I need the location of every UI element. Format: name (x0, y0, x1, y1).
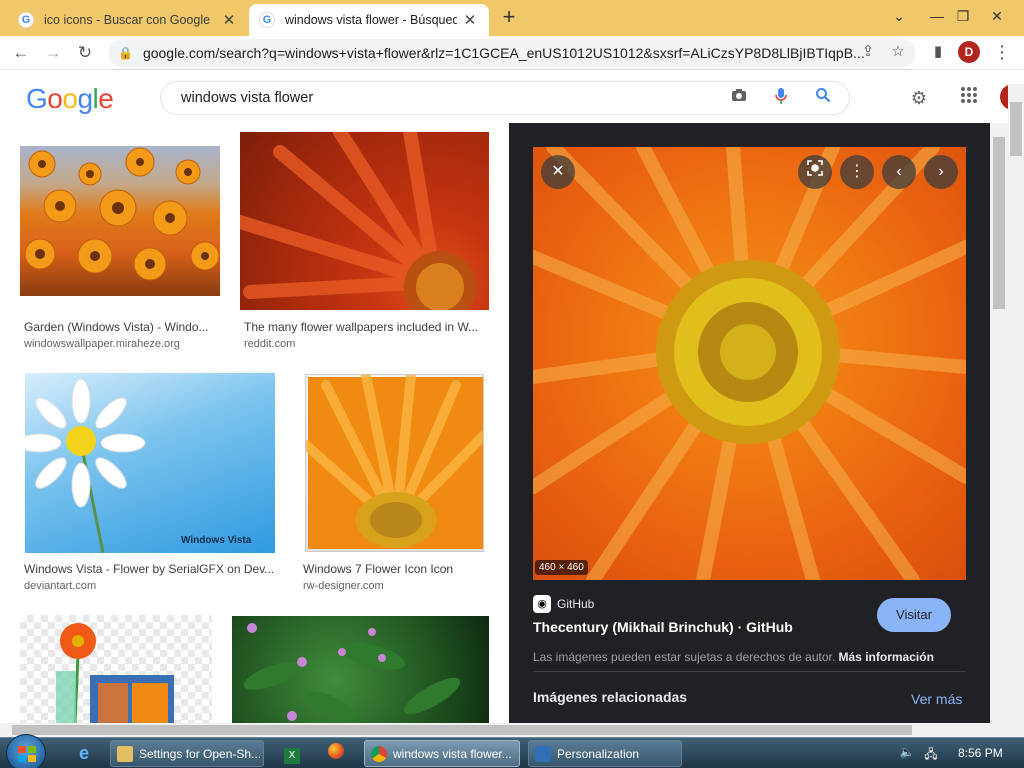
related-images-heading: Imágenes relacionadas (533, 689, 688, 705)
tab-strip: G ico icons - Buscar con Google ✕ G wind… (0, 0, 1024, 36)
chrome-icon (371, 745, 387, 762)
forward-arrow-icon[interactable]: → (40, 40, 66, 66)
internet-explorer-icon[interactable]: e (74, 743, 94, 763)
tab-label: ico icons - Buscar con Google (44, 13, 211, 27)
taskbar-button-chrome[interactable]: windows vista flower... (364, 740, 520, 767)
more-vert-icon[interactable]: ⋮ (840, 155, 874, 189)
taskbar-button-personalization[interactable]: Personalization (528, 740, 682, 767)
taskbar-button-label: windows vista flower... (393, 746, 512, 761)
address-url: google.com/search?q=windows+vista+flower… (142, 45, 865, 61)
preview-source[interactable]: ◉ GitHub (533, 595, 594, 613)
google-header: Google windows vista flower ⚙ (0, 71, 1008, 123)
search-query: windows vista flower (181, 90, 314, 106)
camera-search-icon[interactable] (728, 87, 750, 109)
lock-icon: 🔒 (118, 46, 133, 60)
settings-gear-icon[interactable]: ⚙ (906, 85, 932, 111)
window-close-icon[interactable]: ✕ (980, 2, 1014, 30)
lens-icon[interactable] (798, 155, 832, 189)
result-source[interactable]: rw-designer.com (303, 580, 384, 592)
personalization-icon (535, 745, 551, 762)
screen: G ico icons - Buscar con Google ✕ G wind… (0, 0, 1024, 768)
logo-letter: o (47, 83, 63, 114)
result-source[interactable]: windowswallpaper.miraheze.org (24, 338, 180, 350)
start-button[interactable] (6, 734, 46, 768)
preview-source-label: GitHub (557, 597, 595, 611)
side-panel-icon[interactable]: ▮ (926, 40, 950, 64)
chevron-right-icon[interactable]: › (924, 155, 958, 189)
tab-label: windows vista flower - Búsqueda (285, 13, 457, 27)
microphone-icon[interactable] (770, 87, 792, 109)
result-title[interactable]: Windows 7 Flower Icon Icon (303, 562, 493, 576)
taskbar-button-label: Settings for Open-Sh... (139, 746, 262, 761)
result-title[interactable]: Windows Vista - Flower by SerialGFX on D… (24, 562, 274, 576)
network-icon[interactable]: 🖧 (922, 745, 940, 761)
result-thumbnail[interactable] (232, 616, 489, 723)
visit-button[interactable]: Visitar (877, 598, 951, 632)
page-scrollbar[interactable] (1008, 84, 1024, 723)
see-more-link[interactable]: Ver más (911, 691, 962, 707)
copyright-text: Las imágenes pueden estar sujetas a dere… (533, 650, 836, 664)
tab-windows-vista-flower[interactable]: G windows vista flower - Búsqueda ✕ (249, 4, 489, 36)
result-thumbnail[interactable] (305, 374, 484, 552)
restore-icon[interactable]: ❐ (946, 2, 980, 30)
reload-icon[interactable]: ↻ (72, 40, 98, 66)
result-thumbnail[interactable] (20, 146, 220, 296)
excel-icon[interactable]: X (282, 743, 302, 764)
result-title[interactable]: Garden (Windows Vista) - Windo... (24, 320, 216, 334)
scrollbar-thumb[interactable] (12, 725, 912, 735)
image-results-grid: Garden (Windows Vista) - Windo... window… (0, 123, 509, 723)
new-tab-icon[interactable]: + (497, 6, 521, 30)
google-favicon-icon: G (18, 12, 34, 28)
scrollbar-thumb[interactable] (1010, 102, 1022, 156)
result-source[interactable]: deviantart.com (24, 580, 96, 592)
copyright-notice: Las imágenes pueden estar sujetas a dere… (533, 650, 934, 664)
result-title[interactable]: The many flower wallpapers included in W… (244, 320, 488, 334)
logo-letter: e (98, 83, 114, 114)
horizontal-scrollbar[interactable] (0, 723, 1024, 737)
share-icon[interactable]: ⇪ (856, 40, 880, 64)
browser-menu-icon[interactable]: ⋮ (990, 40, 1014, 64)
preview-title[interactable]: Thecentury (Mikhail Brinchuk) · GitHub (533, 619, 793, 635)
more-info-link[interactable]: Más información (839, 650, 934, 664)
image-dimensions: 460 × 460 (535, 560, 588, 575)
tab-close-icon[interactable]: ✕ (220, 11, 238, 29)
google-favicon-icon: G (259, 12, 275, 28)
taskbar-clock[interactable]: 8:56 PM (958, 746, 1003, 760)
windows-taskbar: e Settings for Open-Sh... X windows vist… (0, 734, 1024, 768)
chevron-left-icon[interactable]: ‹ (882, 155, 916, 189)
apps-grid-icon[interactable] (956, 85, 982, 111)
tab-ico-icons[interactable]: G ico icons - Buscar con Google ✕ (8, 4, 248, 36)
github-icon: ◉ (533, 595, 551, 613)
result-thumbnail[interactable]: Windows Vista (25, 373, 275, 553)
back-arrow-icon[interactable]: ← (8, 40, 34, 66)
panel-scrollbar[interactable] (990, 123, 1008, 723)
preview-image[interactable] (533, 147, 966, 580)
result-thumbnail[interactable] (240, 132, 489, 310)
image-preview-panel: ✕ ⋮ ‹ › 460 × 460 ◉ GitHub Thecentury (M… (509, 123, 990, 723)
result-source[interactable]: reddit.com (244, 338, 295, 350)
close-icon[interactable]: ✕ (541, 155, 575, 189)
tab-close-icon[interactable]: ✕ (461, 11, 479, 29)
browser-toolbar: ← → ↻ 🔒 google.com/search?q=windows+vist… (0, 36, 1024, 70)
logo-letter: G (26, 83, 48, 114)
tab-search-chevron-icon[interactable]: ⌄ (882, 2, 916, 30)
logo-letter: g (77, 83, 93, 114)
google-logo[interactable]: Google (26, 83, 114, 115)
result-thumbnail[interactable] (20, 615, 212, 723)
taskbar-button-label: Personalization (557, 746, 640, 761)
logo-letter: o (62, 83, 78, 114)
address-bar[interactable]: 🔒 google.com/search?q=windows+vista+flow… (108, 39, 916, 67)
scrollbar-thumb[interactable] (993, 137, 1005, 309)
search-icon[interactable] (812, 87, 834, 109)
divider (533, 671, 966, 672)
folder-icon (117, 745, 133, 762)
bookmark-star-icon[interactable]: ☆ (886, 40, 910, 64)
windows-vista-watermark: Windows Vista (181, 535, 252, 546)
profile-avatar[interactable]: D (958, 41, 980, 63)
firefox-icon[interactable] (326, 743, 346, 763)
volume-muted-icon[interactable]: 🔈 (898, 745, 916, 761)
taskbar-button-settings[interactable]: Settings for Open-Sh... (110, 740, 264, 767)
